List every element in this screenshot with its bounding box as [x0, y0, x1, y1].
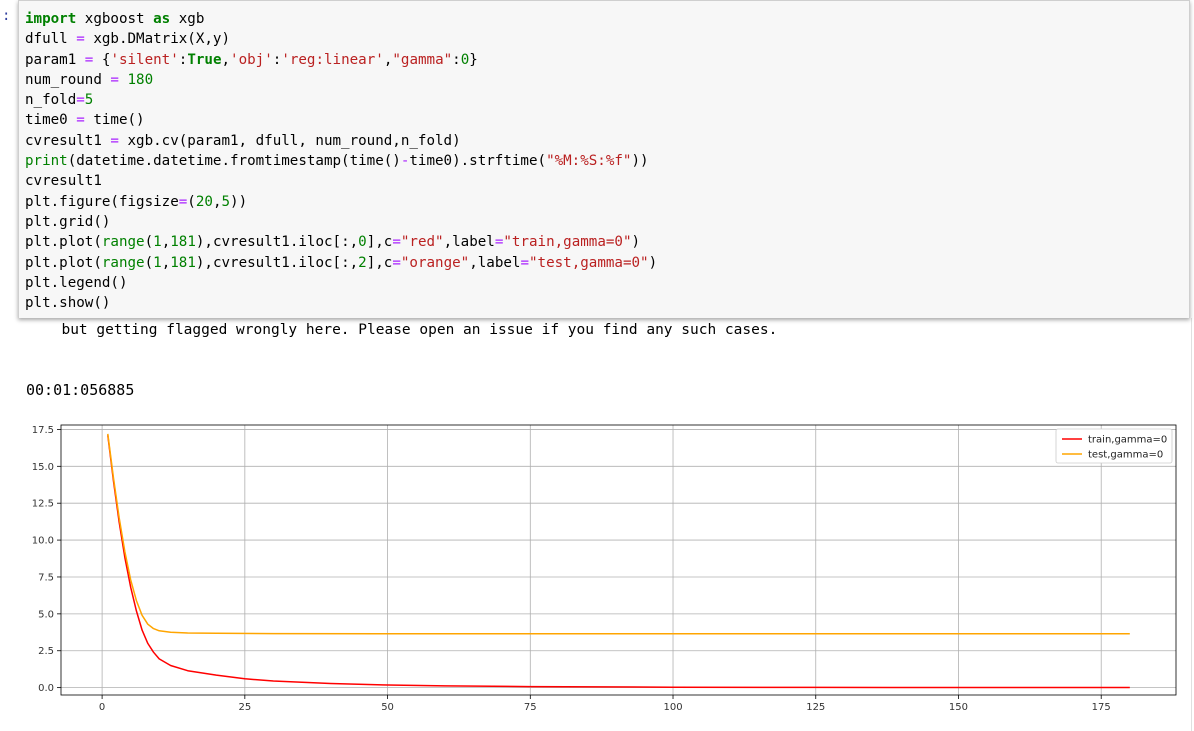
code-line: import xgboost as xgb: [25, 11, 205, 27]
code-line: num_round = 180: [25, 71, 154, 88]
code-line: cvresult1 = xgb.cv(param1, dfull, num_ro…: [25, 132, 461, 149]
y-tick-label: 15.0: [32, 462, 54, 473]
code-line: print(datetime.datetime.fromtimestamp(ti…: [25, 153, 649, 170]
code-line: dfull = xgb.DMatrix(X,y): [25, 31, 231, 48]
code-line: param1 = {'silent':True,'obj':'reg:linea…: [25, 51, 478, 68]
code-line: plt.figure(figsize=(20,5)): [25, 193, 248, 210]
y-tick-label: 0.0: [38, 683, 54, 694]
code-line: plt.plot(range(1,181),cvresult1.iloc[:,0…: [25, 234, 641, 251]
x-tick-label: 150: [949, 702, 968, 713]
cell-prompt: :: [2, 8, 11, 24]
legend-label: train,gamma=0: [1088, 435, 1167, 446]
code-cell[interactable]: import xgboost as xgb dfull = xgb.DMatri…: [18, 0, 1190, 318]
code-line: plt.plot(range(1,181),cvresult1.iloc[:,2…: [25, 254, 658, 271]
series-line: [107, 435, 1130, 689]
code-line: plt.show(): [25, 295, 111, 312]
plot-frame: [60, 424, 1177, 696]
y-tick-label: 7.5: [38, 572, 54, 583]
y-tick-label: 2.5: [38, 646, 54, 657]
code-line: plt.legend(): [25, 274, 128, 291]
y-tick-label: 5.0: [38, 609, 54, 620]
code-line: n_fold=5: [25, 92, 94, 109]
x-tick-label: 50: [381, 702, 394, 713]
series-line: [107, 433, 1130, 635]
x-tick-label: 75: [524, 702, 537, 713]
code-line: time0 = time(): [25, 112, 145, 129]
code-line: plt.grid(): [25, 213, 111, 230]
x-tick-label: 0: [99, 702, 105, 713]
x-tick-label: 25: [238, 702, 251, 713]
output-area: but getting flagged wrongly here. Please…: [18, 318, 1192, 731]
code-line: cvresult1: [25, 173, 102, 190]
code-editor[interactable]: import xgboost as xgb dfull = xgb.DMatri…: [19, 1, 1189, 313]
legend-label: test,gamma=0: [1088, 450, 1163, 461]
x-tick-label: 175: [1092, 702, 1111, 713]
x-tick-label: 100: [663, 702, 682, 713]
y-tick-label: 10.0: [32, 536, 54, 547]
y-tick-label: 17.5: [32, 425, 54, 436]
y-tick-label: 12.5: [32, 499, 54, 510]
line-chart: 0 25 50 75 100 125 150 175 0.0 2.5 5.0 7.5 10.0 12.5 1…: [32, 424, 1177, 713]
x-tick-label: 125: [806, 702, 825, 713]
